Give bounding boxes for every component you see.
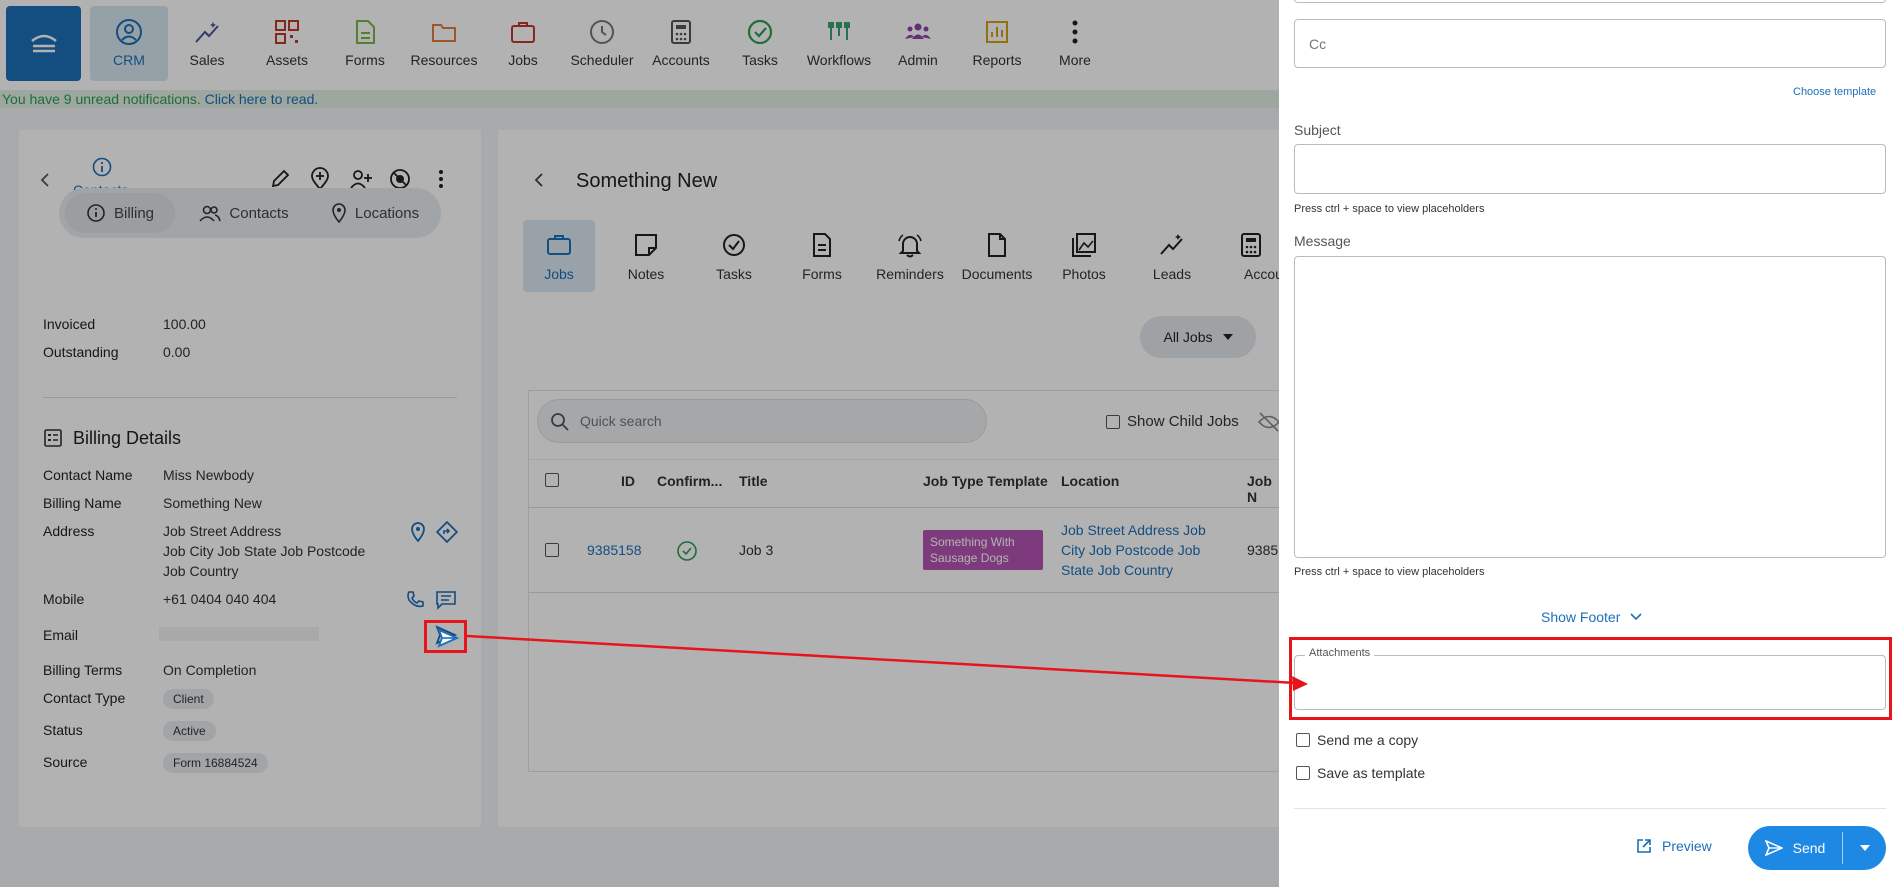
send-icon (1764, 840, 1783, 856)
send-button-group: Send (1748, 826, 1886, 870)
save-template-checkbox[interactable] (1296, 766, 1310, 780)
message-hint: Press ctrl + space to view placeholders (1294, 566, 1485, 578)
divider (1294, 808, 1886, 809)
highlight-send-email-icon (424, 620, 467, 653)
subject-hint: Press ctrl + space to view placeholders (1294, 203, 1485, 215)
modal-backdrop[interactable] (0, 0, 1279, 887)
caret-down-icon (1859, 845, 1870, 851)
preview-label: Preview (1662, 838, 1712, 854)
send-label: Send (1792, 840, 1826, 856)
preview-button[interactable]: Preview (1636, 838, 1712, 854)
to-field[interactable] (1294, 0, 1886, 3)
cc-field[interactable] (1294, 19, 1886, 68)
cc-input[interactable] (1307, 34, 1867, 54)
choose-template-link[interactable]: Choose template (1793, 86, 1876, 98)
highlight-attachments (1289, 637, 1892, 720)
message-textarea[interactable] (1294, 256, 1886, 558)
send-email-icon[interactable] (437, 628, 459, 648)
subject-label: Subject (1294, 122, 1341, 138)
send-options-dropdown[interactable] (1843, 826, 1886, 870)
message-label: Message (1294, 233, 1351, 249)
send-copy-checkbox[interactable] (1296, 733, 1310, 747)
subject-field[interactable] (1294, 144, 1886, 194)
open-external-icon (1637, 839, 1651, 853)
send-button[interactable]: Send (1748, 826, 1842, 870)
show-footer-label: Show Footer (1541, 609, 1621, 625)
chevron-down-icon (1630, 613, 1642, 621)
send-copy-label: Send me a copy (1317, 732, 1419, 748)
show-footer-toggle[interactable]: Show Footer (1541, 609, 1642, 625)
save-template-label: Save as template (1317, 765, 1426, 781)
email-drawer: Choose template Subject Press ctrl + spa… (1279, 0, 1904, 887)
